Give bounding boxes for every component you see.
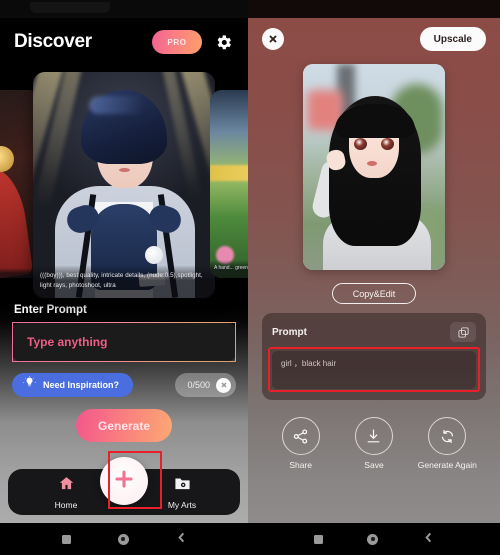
system-nav-right (248, 523, 500, 555)
chevron-left-icon[interactable] (176, 530, 187, 548)
status-bar-left (0, 0, 248, 18)
gear-icon[interactable] (210, 29, 236, 55)
square-icon[interactable] (314, 534, 324, 544)
circle-icon[interactable] (367, 533, 379, 545)
pro-badge-button[interactable]: PRO (152, 30, 202, 54)
enter-prompt-label: Enter Prompt (14, 304, 87, 316)
prompt-input[interactable]: Type anything (12, 322, 236, 362)
generated-image-wrapper (248, 64, 500, 270)
save-label: Save (364, 460, 384, 470)
prompt-placeholder: Type anything (27, 335, 108, 349)
chevron-left-icon[interactable] (423, 530, 434, 548)
discover-header: Discover PRO (0, 18, 248, 66)
carousel-card-center[interactable]: (((boy))), best quality, intricate detai… (33, 72, 215, 298)
card-caption: A hand... greenh... (210, 260, 248, 278)
result-screen: Upscale Copy&Edit Prompt girl ，black hai… (248, 0, 500, 555)
prompt-card: Prompt girl ，black hair (262, 313, 486, 400)
square-icon[interactable] (61, 534, 71, 544)
save-button[interactable]: Save (343, 417, 405, 471)
home-icon (58, 475, 75, 497)
circle-icon[interactable] (117, 533, 129, 545)
plus-icon (112, 467, 136, 496)
need-inspiration-button[interactable]: Need Inspiration? (12, 373, 134, 397)
artwork-thumbnail (210, 90, 248, 278)
copy-edit-button[interactable]: Copy&Edit (332, 283, 416, 304)
need-inspiration-label: Need Inspiration? (43, 380, 120, 390)
generate-again-label: Generate Again (417, 460, 477, 470)
bottom-navigation: Home My Arts (8, 451, 240, 515)
nav-label-home: Home (54, 499, 78, 510)
status-notch (30, 2, 110, 13)
share-label: Share (289, 460, 312, 470)
result-header: Upscale (248, 18, 500, 60)
char-counter-group: 0/500 (175, 373, 236, 397)
discover-screen: Discover PRO (((boy))), best quality, in… (0, 0, 248, 555)
discover-carousel[interactable]: (((boy))), best quality, intricate detai… (0, 68, 248, 298)
close-circle-icon[interactable] (216, 377, 231, 393)
app-screenshot: Discover PRO (((boy))), best quality, in… (0, 0, 500, 555)
close-icon[interactable] (262, 28, 284, 50)
system-nav-left (0, 523, 248, 555)
artwork-image (33, 72, 215, 298)
copy-edit-row: Copy&Edit (248, 283, 500, 304)
prompt-tools-row: Need Inspiration? 0/500 (12, 373, 236, 397)
result-actions: Share Save Generate Again (248, 417, 500, 471)
prompt-card-title: Prompt (272, 326, 307, 338)
share-button[interactable]: Share (270, 417, 332, 471)
prompt-text-wrapper: girl ，black hair (268, 347, 480, 392)
generated-image[interactable] (303, 64, 445, 270)
folder-photo-icon (174, 475, 191, 497)
copy-icon[interactable] (450, 322, 476, 342)
generate-row: Generate (0, 409, 248, 442)
create-fab-wrapper (100, 457, 148, 505)
prompt-card-header: Prompt (272, 322, 476, 342)
annotation-highlight-prompt (268, 347, 480, 392)
carousel-card-right[interactable]: A hand... greenh... (210, 90, 248, 278)
nav-label-my-arts: My Arts (167, 499, 197, 510)
refresh-icon (428, 417, 467, 455)
lightbulb-icon (23, 376, 36, 394)
create-fab-button[interactable] (100, 457, 148, 505)
char-counter: 0/500 (187, 380, 210, 390)
upscale-button[interactable]: Upscale (419, 27, 486, 51)
card-caption: (((boy))), best quality, intricate detai… (33, 265, 215, 298)
share-icon (281, 417, 320, 455)
status-bar-right (248, 0, 500, 18)
download-icon (354, 417, 393, 455)
generate-button[interactable]: Generate (76, 409, 172, 442)
page-title: Discover (14, 31, 92, 52)
generate-again-button[interactable]: Generate Again (416, 417, 478, 471)
